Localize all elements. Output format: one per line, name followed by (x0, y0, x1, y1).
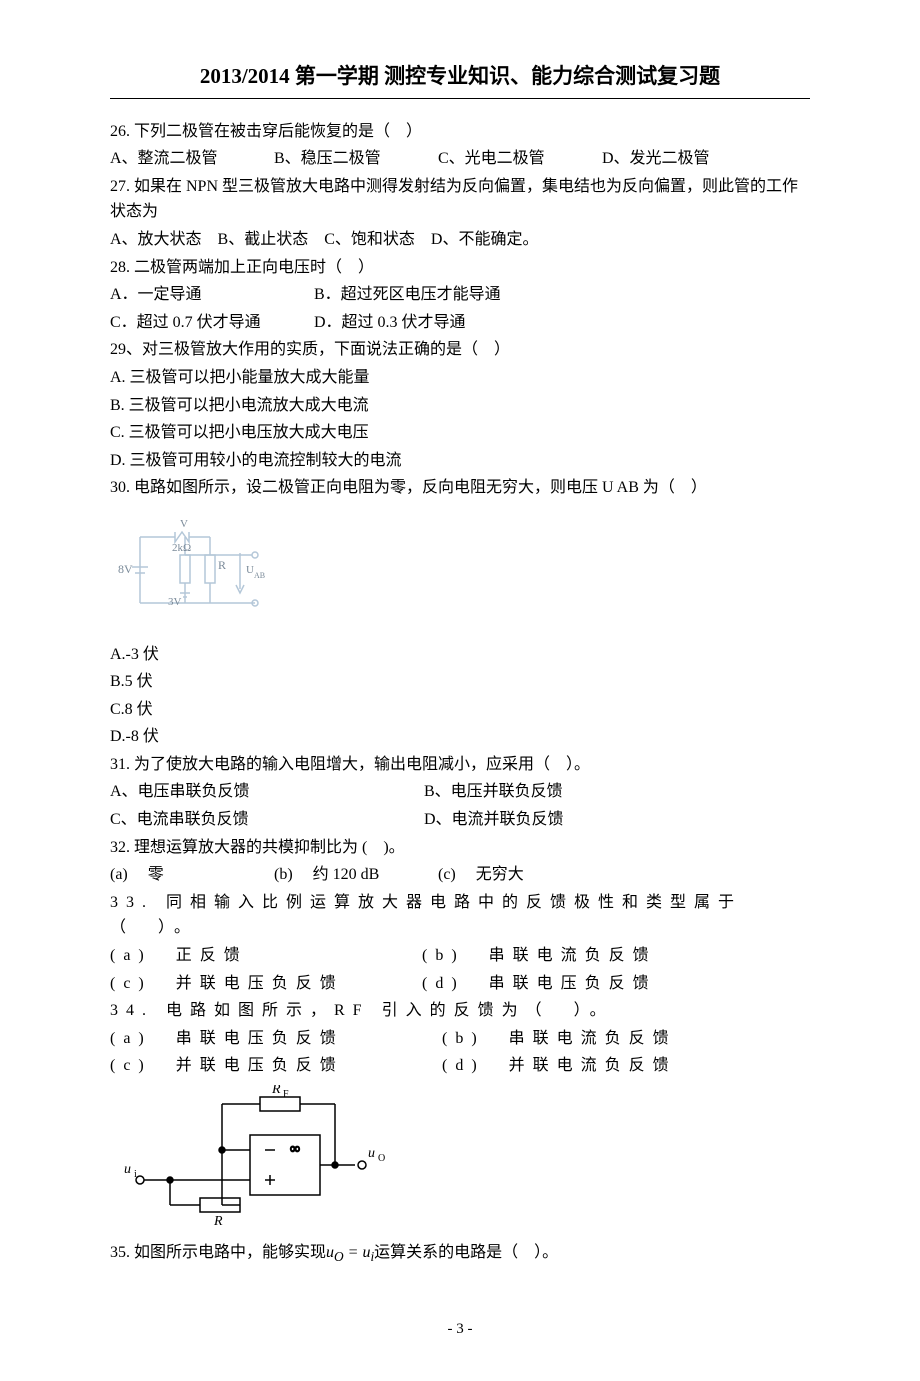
q32-opt-c: (c) 无穷大 (438, 862, 598, 888)
q33-opt-d: (d) 串联电压负反馈 (422, 975, 657, 992)
q34-circuit-icon: ∞ RF uO ui R (110, 1085, 810, 1234)
svg-text:R: R (213, 1214, 223, 1225)
svg-text:O: O (378, 1153, 385, 1164)
svg-text:R: R (218, 558, 226, 572)
q30-stem: 30. 电路如图所示，设二极管正向电阻为零，反向电阻无穷大，则电压 U AB 为… (110, 475, 810, 501)
q35-stem: 35. 如图所示电路中，能够实现uO = ui运算关系的电路是（ ）。 (110, 1240, 810, 1268)
q33-stem: 33. 同相输入比例运算放大器电路中的反馈极性和类型属于（ ）。 (110, 890, 810, 941)
q31-opt-b: B、电压并联负反馈 (424, 783, 563, 800)
svg-text:3V: 3V (168, 596, 182, 608)
q29-opt-d: D. 三极管可用较小的电流控制较大的电流 (110, 448, 810, 474)
q34-opt-b: (b) 串联电流负反馈 (442, 1030, 677, 1047)
svg-text:F: F (283, 1089, 289, 1100)
q32-opt-a: (a) 零 (110, 862, 270, 888)
q28-row1: A．一定导通 B．超过死区电压才能导通 (110, 282, 810, 308)
q26-stem: 26. 下列二极管在被击穿后能恢复的是（ ） (110, 119, 810, 145)
svg-text:UAB: UAB (246, 564, 265, 580)
q28-stem: 28. 二极管两端加上正向电压时（ ） (110, 255, 810, 281)
q29-opt-a: A. 三极管可以把小能量放大成大能量 (110, 365, 810, 391)
page-header: 2013/2014 第一学期 测控专业知识、能力综合测试复习题 (110, 60, 810, 94)
q33-row2: (c) 并联电压负反馈 (d) 串联电压负反馈 (110, 971, 810, 997)
q34-row1: (a) 串联电压负反馈 (b) 串联电流负反馈 (110, 1026, 810, 1052)
svg-text:R: R (271, 1085, 281, 1097)
q31-opt-a: A、电压串联负反馈 (110, 779, 420, 805)
svg-text:8V: 8V (118, 562, 133, 576)
q28-opt-b: B．超过死区电压才能导通 (314, 286, 501, 303)
q26-opt-d: D、发光二极管 (602, 146, 762, 172)
q30-opt-c: C.8 伏 (110, 697, 810, 723)
q35-stem-post: 运算关系的电路是（ ）。 (374, 1244, 558, 1261)
q31-row2: C、电流串联负反馈 D、电流并联负反馈 (110, 807, 810, 833)
svg-text:u: u (124, 1162, 131, 1177)
q28-opt-d: D．超过 0.3 伏才导通 (314, 314, 466, 331)
q35-equation: uO = ui (326, 1244, 374, 1261)
q33-opt-b: (b) 串联电流负反馈 (422, 947, 657, 964)
q34-stem: 34. 电路如图所示，RF 引入的反馈为（ ）。 (110, 998, 810, 1024)
q26-options: A、整流二极管 B、稳压二极管 C、光电二极管 D、发光二极管 (110, 146, 810, 172)
q33-row1: (a) 正反馈 (b) 串联电流负反馈 (110, 943, 810, 969)
q27-stem: 27. 如果在 NPN 型三极管放大电路中测得发射结为反向偏置，集电结也为反向偏… (110, 174, 810, 225)
q26-opt-a: A、整流二极管 (110, 146, 270, 172)
q31-row1: A、电压串联负反馈 B、电压并联负反馈 (110, 779, 810, 805)
q28-row2: C．超过 0.7 伏才导通 D．超过 0.3 伏才导通 (110, 310, 810, 336)
q32-options: (a) 零 (b) 约 120 dB (c) 无穷大 (110, 862, 810, 888)
svg-text:V: V (180, 518, 188, 530)
q29-opt-b: B. 三极管可以把小电流放大成大电流 (110, 393, 810, 419)
q31-opt-c: C、电流串联负反馈 (110, 807, 420, 833)
q31-stem: 31. 为了使放大电路的输入电阻增大，输出电阻减小，应采用（ ）。 (110, 752, 810, 778)
q33-opt-a: (a) 正反馈 (110, 943, 410, 969)
page-footer: - 3 - (110, 1317, 810, 1341)
q28-opt-c: C．超过 0.7 伏才导通 (110, 310, 310, 336)
q31-opt-d: D、电流并联负反馈 (424, 811, 564, 828)
q29-stem: 29、对三极管放大作用的实质，下面说法正确的是（ ） (110, 337, 810, 363)
svg-text:u: u (368, 1146, 375, 1161)
q30-opt-d: D.-8 伏 (110, 724, 810, 750)
q32-stem: 32. 理想运算放大器的共模抑制比为 ( )。 (110, 835, 810, 861)
q30-circuit-icon: V 2kΩ R 8V 3V UAB (110, 507, 810, 636)
svg-text:2kΩ: 2kΩ (172, 542, 191, 554)
q26-opt-c: C、光电二极管 (438, 146, 598, 172)
header-underline (110, 98, 810, 99)
q34-row2: (c) 并联电压负反馈 (d) 并联电流负反馈 (110, 1053, 810, 1079)
q34-opt-d: (d) 并联电流负反馈 (442, 1057, 677, 1074)
q35-stem-pre: 35. 如图所示电路中，能够实现 (110, 1244, 326, 1261)
q30-opt-b: B.5 伏 (110, 669, 810, 695)
q33-opt-c: (c) 并联电压负反馈 (110, 971, 410, 997)
q29-opt-c: C. 三极管可以把小电压放大成大电压 (110, 420, 810, 446)
q30-opt-a: A.-3 伏 (110, 642, 810, 668)
q28-opt-a: A．一定导通 (110, 282, 310, 308)
q32-opt-b: (b) 约 120 dB (274, 862, 434, 888)
q27-options: A、放大状态 B、截止状态 C、饱和状态 D、不能确定。 (110, 227, 810, 253)
svg-text:i: i (134, 1169, 137, 1180)
q26-opt-b: B、稳压二极管 (274, 146, 434, 172)
svg-text:∞: ∞ (290, 1142, 300, 1157)
q34-opt-c: (c) 并联电压负反馈 (110, 1053, 430, 1079)
q34-opt-a: (a) 串联电压负反馈 (110, 1026, 430, 1052)
